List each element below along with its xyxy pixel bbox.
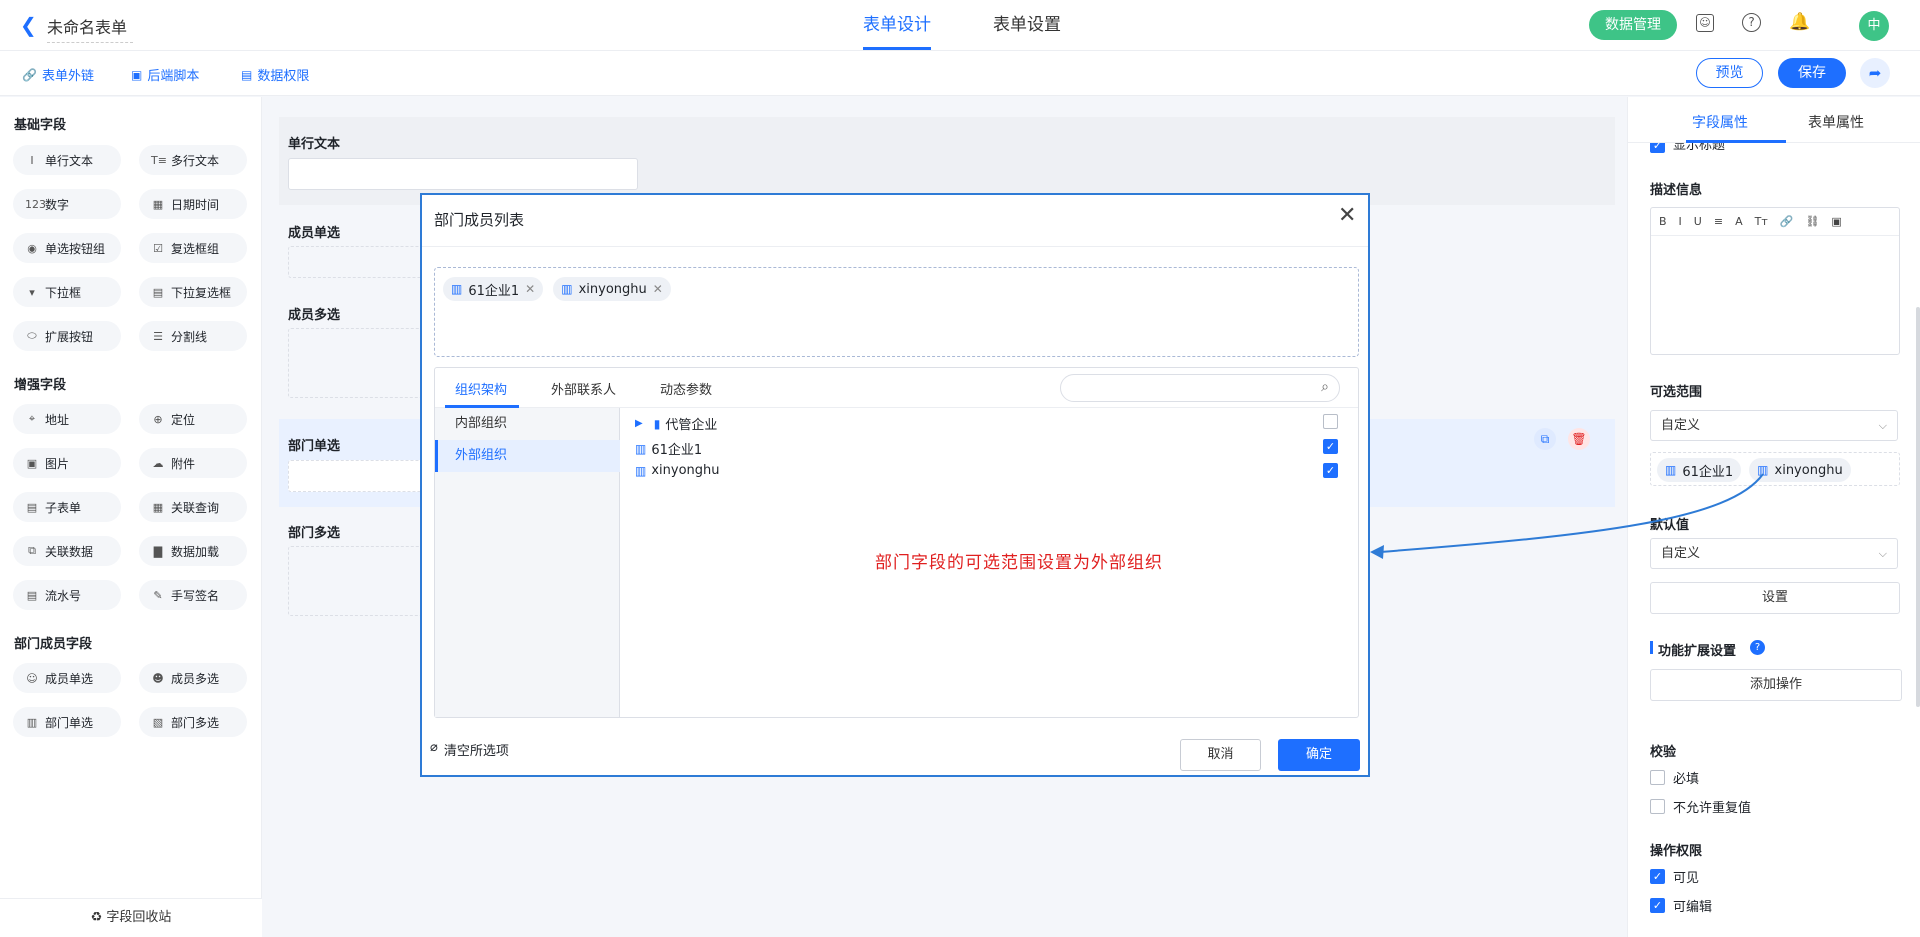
annotation-arrow (1370, 473, 1764, 559)
